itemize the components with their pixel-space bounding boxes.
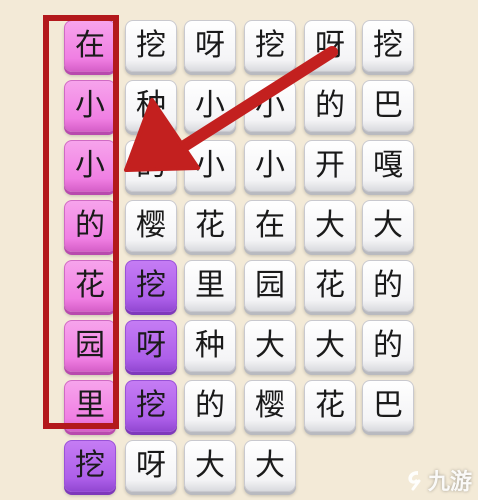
letter-tile[interactable]: 挖 <box>362 20 414 72</box>
letter-tile[interactable]: 呀 <box>304 20 356 72</box>
letter-tile[interactable]: 樱 <box>244 380 296 432</box>
letter-tile[interactable]: 种 <box>184 320 236 372</box>
letter-tile[interactable]: 的 <box>125 140 177 192</box>
letter-tile[interactable]: 大 <box>184 440 236 492</box>
letter-tile[interactable]: 挖 <box>125 20 177 72</box>
letter-tile[interactable]: 园 <box>244 260 296 312</box>
letter-tile[interactable]: 大 <box>362 200 414 252</box>
letter-tile[interactable]: 的 <box>362 320 414 372</box>
letter-tile[interactable]: 开 <box>304 140 356 192</box>
letter-tile[interactable]: 在 <box>64 20 116 72</box>
letter-tile[interactable]: 挖 <box>125 380 177 432</box>
game-board: 在挖呀挖呀挖小种小小的巴小的小小开嘎的樱花在大大花挖里园花的园呀种大大的里挖的樱… <box>0 0 478 500</box>
letter-tile[interactable]: 园 <box>64 320 116 372</box>
letter-tile[interactable]: 大 <box>244 320 296 372</box>
letter-tile[interactable]: 大 <box>304 320 356 372</box>
letter-tile[interactable]: 嘎 <box>362 140 414 192</box>
letter-tile[interactable]: 的 <box>304 80 356 132</box>
letter-tile[interactable]: 巴 <box>362 80 414 132</box>
letter-tile[interactable]: 挖 <box>64 440 116 492</box>
letter-tile[interactable]: 樱 <box>125 200 177 252</box>
letter-tile[interactable]: 花 <box>304 380 356 432</box>
letter-tile[interactable]: 大 <box>304 200 356 252</box>
letter-tile[interactable]: 里 <box>184 260 236 312</box>
letter-tile[interactable]: 小 <box>64 140 116 192</box>
jiuyou-logo-icon <box>408 471 421 491</box>
watermark: 九游 <box>404 464 472 496</box>
letter-tile[interactable]: 小 <box>244 80 296 132</box>
letter-tile[interactable]: 花 <box>64 260 116 312</box>
watermark-text: 九游 <box>427 470 472 495</box>
letter-tile[interactable]: 呀 <box>125 320 177 372</box>
letter-tile[interactable]: 在 <box>244 200 296 252</box>
letter-tile[interactable]: 花 <box>184 200 236 252</box>
letter-tile[interactable]: 小 <box>244 140 296 192</box>
letter-tile[interactable]: 呀 <box>184 20 236 72</box>
letter-tile[interactable]: 种 <box>125 80 177 132</box>
letter-tile[interactable]: 的 <box>184 380 236 432</box>
letter-tile[interactable]: 挖 <box>125 260 177 312</box>
letter-tile[interactable]: 里 <box>64 380 116 432</box>
letter-tile[interactable]: 挖 <box>244 20 296 72</box>
letter-tile[interactable]: 小 <box>184 140 236 192</box>
letter-tile[interactable]: 小 <box>64 80 116 132</box>
letter-tile[interactable]: 花 <box>304 260 356 312</box>
letter-tile[interactable]: 呀 <box>125 440 177 492</box>
letter-tile[interactable]: 大 <box>244 440 296 492</box>
letter-tile[interactable]: 小 <box>184 80 236 132</box>
letter-tile[interactable]: 的 <box>362 260 414 312</box>
letter-tile[interactable]: 的 <box>64 200 116 252</box>
letter-tile[interactable]: 巴 <box>362 380 414 432</box>
